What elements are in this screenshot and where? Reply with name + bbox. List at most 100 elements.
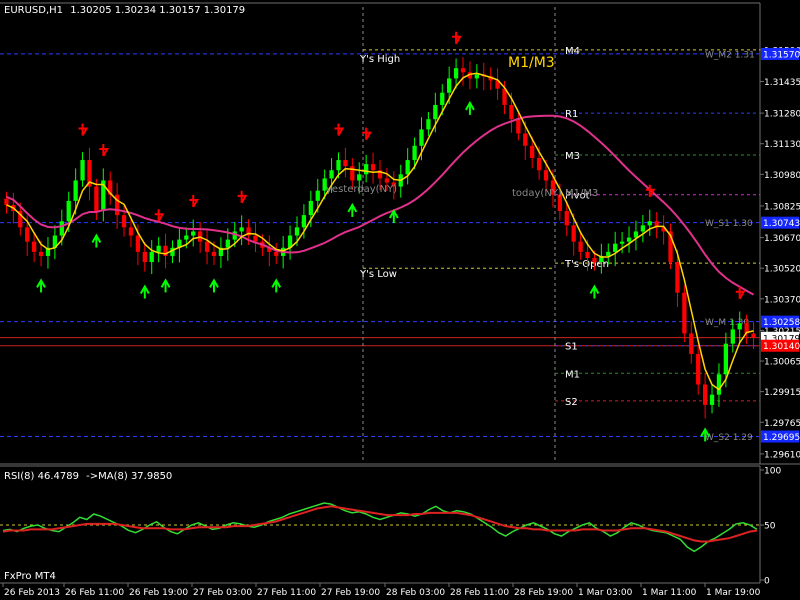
candle-body <box>689 333 694 354</box>
price-tag-label: 1.31570 <box>763 50 800 60</box>
weekly-level-label: W_M2 1.31 <box>705 50 755 60</box>
symbol-label: EURUSD,H1 <box>4 5 63 16</box>
ohlc-label: 1.30205 1.30234 1.30157 1.30179 <box>70 5 245 16</box>
price-tag-label: 1.30258 <box>763 318 800 328</box>
rsi-tick-label: 50 <box>764 522 776 532</box>
m1-m3-annotation: M1/M3 <box>508 55 555 71</box>
time-tick-label: 28 Feb 11:00 <box>450 588 509 598</box>
candle-body <box>357 174 362 181</box>
candle-body <box>640 225 646 232</box>
candle-body <box>253 235 258 242</box>
price-tag-label: 1.30140 <box>763 342 800 352</box>
candle-body <box>709 394 715 405</box>
candle-body <box>336 160 341 171</box>
time-tick-label: 1 Mar 03:00 <box>578 588 633 598</box>
candle-body <box>38 251 44 256</box>
time-tick-label: 27 Feb 03:00 <box>193 588 252 598</box>
candle-body <box>675 262 680 293</box>
candle-body <box>204 241 210 252</box>
price-tag: 1.30258 <box>761 315 800 328</box>
candle-body <box>626 237 632 242</box>
candle-body <box>308 200 313 216</box>
candle-body <box>121 215 127 228</box>
candle-body <box>613 243 618 252</box>
price-tick-label: 1.31435 <box>764 78 800 88</box>
weekly-level-label: W_S1 1.30 <box>705 219 753 229</box>
candle-body <box>350 166 355 181</box>
candle-body <box>364 164 369 175</box>
price-tick-label: 1.30065 <box>764 358 800 368</box>
time-tick-label: 26 Feb 2013 <box>4 588 60 598</box>
price-tick-label: 1.30370 <box>764 295 800 305</box>
chart-window[interactable]: W_M2 1.31W_S1 1.30W_M 1.30W_S2 1.29 M4R1… <box>0 0 800 600</box>
candle-body <box>716 374 722 395</box>
candle-body <box>730 329 735 344</box>
candle-body <box>184 235 189 240</box>
candle-body <box>619 241 625 244</box>
price-tick-label: 1.29765 <box>764 419 800 429</box>
candle-body <box>523 133 528 146</box>
candle-body <box>405 160 410 175</box>
candle-body <box>294 227 300 236</box>
candle-body <box>4 198 9 205</box>
candle-body <box>571 225 576 242</box>
candle-body <box>73 180 78 201</box>
price-tick-label: 1.29915 <box>764 388 800 398</box>
candle-body <box>536 158 542 171</box>
pivot-level-label: M4 <box>565 46 580 57</box>
candle-body <box>343 160 348 167</box>
price-tick-label: 1.31130 <box>764 140 800 150</box>
time-tick-label: 1 Mar 19:00 <box>706 588 761 598</box>
candle-body <box>440 92 445 105</box>
rsi-label: RSI(8) 46.4789 <box>4 471 79 482</box>
candle-body <box>751 333 756 338</box>
time-tick-label: 27 Feb 11:00 <box>257 588 316 598</box>
price-tick-label: 1.31280 <box>764 110 800 120</box>
candle-body <box>433 104 438 120</box>
rsi-header: RSI(8) 46.4789 ->MA(8) 37.9850 <box>4 471 172 482</box>
pivot-level-label: M3 <box>565 151 580 162</box>
candle-body <box>606 251 611 256</box>
yesterday-level-label: Y's High <box>359 54 400 65</box>
candle-body <box>315 190 320 201</box>
candle-body <box>447 78 452 93</box>
candle-body <box>80 160 85 181</box>
candle-body <box>191 231 196 236</box>
watermark: FxPro MT4 <box>4 571 56 582</box>
price-tick-label: 1.30980 <box>764 171 800 181</box>
candle-body <box>543 170 549 181</box>
price-tag: 1.30743 <box>761 216 800 229</box>
yesterday-annotation: yesterday(NY) <box>326 184 397 195</box>
time-tick-label: 26 Feb 19:00 <box>129 588 188 598</box>
candle-body <box>301 215 307 228</box>
rsi-tick-label: 100 <box>764 467 781 477</box>
candle-body <box>723 343 729 375</box>
candle-body <box>59 221 64 236</box>
rsi-tick-label: 0 <box>764 577 770 587</box>
pivot-level-label: M1 <box>565 369 580 380</box>
time-tick-label: 26 Feb 11:00 <box>65 588 124 598</box>
weekly-level-label: W_S2 1.29 <box>705 433 753 443</box>
price-tick-label: 1.30670 <box>764 234 800 244</box>
candle-body <box>460 68 466 73</box>
rsi-ma-label: ->MA(8) 37.9850 <box>86 471 172 482</box>
candle-body <box>702 384 708 405</box>
candle-body <box>564 211 569 226</box>
candle-body <box>329 170 334 179</box>
pivot-level-label: S1 <box>565 342 578 353</box>
time-tick-label: 27 Feb 19:00 <box>321 588 380 598</box>
price-tag-label: 1.30743 <box>763 219 800 229</box>
candle-body <box>128 227 134 236</box>
candle-body <box>94 186 99 212</box>
candle-body <box>412 145 417 161</box>
price-tick-label: 1.30520 <box>764 265 800 275</box>
time-tick-label: 28 Feb 03:00 <box>386 588 445 598</box>
time-tick-label: 28 Feb 19:00 <box>514 588 573 598</box>
candle-body <box>274 251 279 256</box>
candle-body <box>211 251 217 256</box>
candle-body <box>633 231 639 238</box>
yesterday-level-label: Y's Low <box>359 269 397 280</box>
candle-body <box>696 353 701 385</box>
candle-body <box>135 235 141 252</box>
pivot-level-label: S2 <box>565 397 578 408</box>
